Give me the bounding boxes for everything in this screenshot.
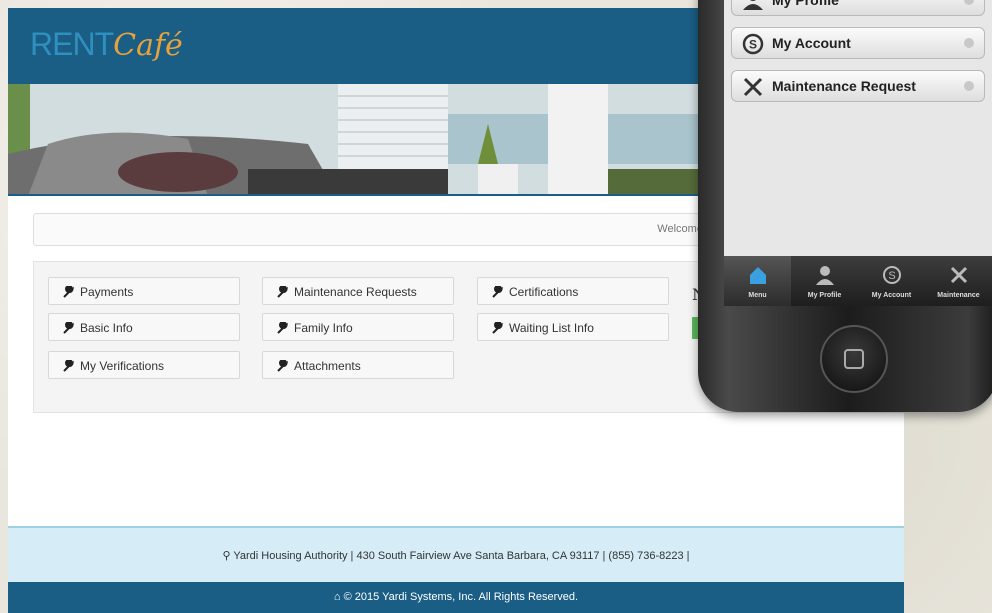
waiting-list-info-label: Waiting List Info <box>509 321 594 335</box>
tools-icon <box>950 266 967 284</box>
phone-row-my-profile[interactable]: My Profile <box>731 0 985 16</box>
phone-row-maintenance-request[interactable]: Maintenance Request <box>731 70 985 102</box>
chevron-right-icon <box>964 81 974 91</box>
phone-row-label: Maintenance Request <box>772 78 916 94</box>
chevron-right-icon <box>964 0 974 5</box>
attachments-label: Attachments <box>294 359 361 373</box>
copyright-bar: ⌂ © 2015 Yardi Systems, Inc. All Rights … <box>8 582 904 613</box>
wrench-icon <box>492 285 503 298</box>
phone-row-my-account[interactable]: S My Account <box>731 27 985 59</box>
waiting-list-info-button[interactable]: Waiting List Info <box>477 313 669 341</box>
wrench-icon <box>277 359 288 372</box>
logo-rent: RENT <box>30 26 114 62</box>
phone-screen: My Profile S My Account Maintenance Requ… <box>724 0 992 306</box>
address-line: ⚲ Yardi Housing Authority | 430 South Fa… <box>8 549 904 562</box>
dollar-circle-icon: S <box>882 266 901 284</box>
tab-label: My Profile <box>807 292 842 299</box>
welcome-bar: Welcome, Mar <box>33 213 735 246</box>
tab-label: Menu <box>748 292 767 299</box>
tab-label: Maintenance <box>937 292 980 299</box>
certifications-button[interactable]: Certifications <box>477 277 669 305</box>
wrench-icon <box>277 285 288 298</box>
wrench-icon <box>492 321 503 334</box>
person-icon <box>742 0 764 15</box>
wrench-icon <box>63 359 74 372</box>
chevron-right-icon <box>964 38 974 48</box>
my-verifications-button[interactable]: My Verifications <box>48 351 240 379</box>
attachments-button[interactable]: Attachments <box>262 351 454 379</box>
home-icon <box>749 267 766 284</box>
tab-my-profile[interactable]: My Profile <box>791 256 858 306</box>
my-verifications-label: My Verifications <box>80 359 165 373</box>
tab-label: My Account <box>871 292 912 299</box>
person-icon <box>815 266 834 285</box>
address-text: Yardi Housing Authority | 430 South Fair… <box>233 550 690 562</box>
housing-icon: ⌂ <box>333 591 344 603</box>
maintenance-requests-label: Maintenance Requests <box>294 285 417 299</box>
family-info-button[interactable]: Family Info <box>262 313 454 341</box>
svg-text:S: S <box>749 38 757 52</box>
basic-info-button[interactable]: Basic Info <box>48 313 240 341</box>
phone-tab-bar: Menu My Profile S My Account Maintenance <box>724 256 992 306</box>
tab-menu[interactable]: Menu <box>724 256 791 306</box>
tab-maintenance[interactable]: Maintenance <box>925 256 992 306</box>
certifications-label: Certifications <box>509 285 579 299</box>
wrench-icon <box>63 285 74 298</box>
phone-home-button[interactable] <box>820 325 888 393</box>
home-square-icon <box>844 349 864 369</box>
wrench-icon <box>63 321 74 334</box>
phone-row-label: My Profile <box>772 0 839 8</box>
map-marker-icon: ⚲ <box>222 550 234 562</box>
family-info-label: Family Info <box>294 321 353 335</box>
address-bar: ⚲ Yardi Housing Authority | 430 South Fa… <box>8 526 904 582</box>
dollar-circle-icon: S <box>742 33 764 60</box>
phone-row-label: My Account <box>772 35 851 51</box>
basic-info-label: Basic Info <box>80 321 133 335</box>
wrench-icon <box>277 321 288 334</box>
copyright-text: © 2015 Yardi Systems, Inc. All Rights Re… <box>343 591 579 603</box>
payments-label: Payments <box>80 285 134 299</box>
svg-text:S: S <box>888 270 895 282</box>
copyright-line: ⌂ © 2015 Yardi Systems, Inc. All Rights … <box>8 591 904 603</box>
tools-icon <box>742 76 764 103</box>
payments-button[interactable]: Payments <box>48 277 240 305</box>
tab-my-account[interactable]: S My Account <box>858 256 925 306</box>
logo-cafe: Café <box>113 28 183 63</box>
maintenance-requests-button[interactable]: Maintenance Requests <box>262 277 454 305</box>
rentcafe-logo[interactable]: RENTCafé <box>30 26 183 63</box>
